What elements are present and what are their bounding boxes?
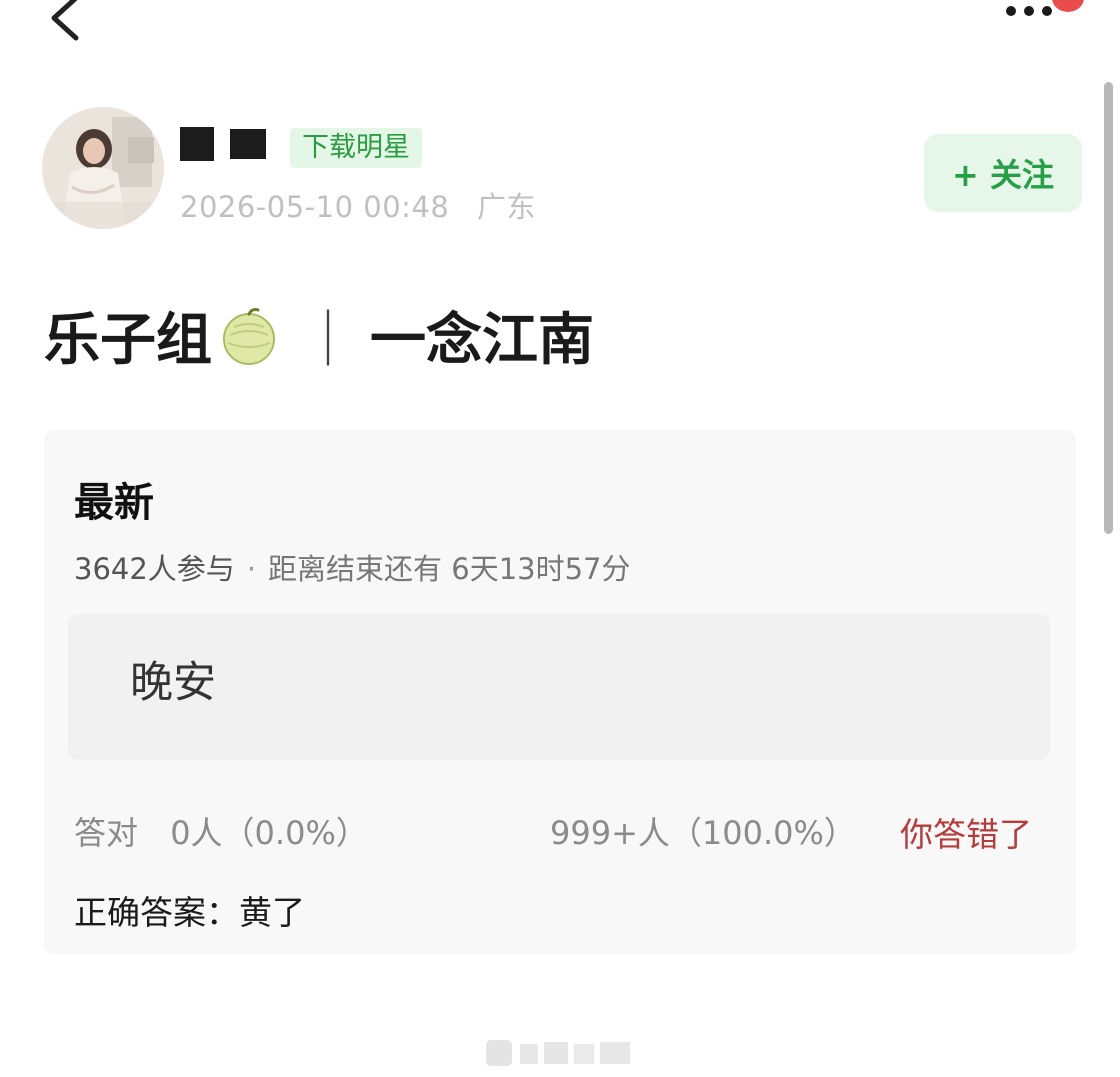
post-title: 乐子组 ｜ 一念江南 <box>44 295 594 376</box>
more-button[interactable] <box>1000 0 1060 22</box>
user-answer-box[interactable]: 晚安 <box>68 614 1050 760</box>
scrollbar[interactable] <box>1104 82 1113 534</box>
meta-separator: · <box>246 552 257 586</box>
post-meta: 2026-05-10 00:48 广东 <box>180 184 536 226</box>
author-avatar[interactable] <box>42 107 164 229</box>
post-title-part1: 乐子组 <box>44 308 212 373</box>
participants-count: 3642人参与 <box>74 552 235 586</box>
quiz-card: 最新 3642人参与 · 距离结束还有 6天13时57分 晚安 答对 0人（0.0%… <box>44 430 1076 954</box>
back-button[interactable] <box>38 0 98 52</box>
post-date: 2026-05-10 00:48 <box>180 190 450 224</box>
correct-answer-value: 黄了 <box>239 893 305 932</box>
wrong-stats: 999+人（100.0%） <box>550 814 856 852</box>
countdown: 距离结束还有 6天13时57分 <box>268 552 631 586</box>
more-dots-icon <box>1006 6 1016 16</box>
melon-icon <box>218 305 280 367</box>
watermark-logo <box>486 1038 638 1068</box>
user-answer-text: 晚安 <box>130 658 216 708</box>
author-tag-badge[interactable]: 下载明星 <box>290 128 422 168</box>
quiz-meta: 3642人参与 · 距离结束还有 6天13时57分 <box>74 546 631 588</box>
chevron-left-icon <box>51 0 79 41</box>
post-title-separator: ｜ <box>300 308 356 373</box>
post-location: 广东 <box>477 190 537 224</box>
quiz-title: 最新 <box>74 480 154 526</box>
correct-label: 答对 <box>74 814 139 852</box>
author-name-redacted[interactable] <box>180 125 266 163</box>
post-title-part2: 一念江南 <box>370 308 594 373</box>
correct-stats: 答对 0人（0.0%） <box>74 808 368 854</box>
correct-count: 0人（0.0%） <box>170 814 368 852</box>
correct-answer: 正确答案：黄了 <box>74 886 305 934</box>
follow-button[interactable]: + 关注 <box>924 134 1082 212</box>
correct-answer-label: 正确答案： <box>74 893 239 932</box>
result-status: 你答错了 <box>900 815 1032 854</box>
